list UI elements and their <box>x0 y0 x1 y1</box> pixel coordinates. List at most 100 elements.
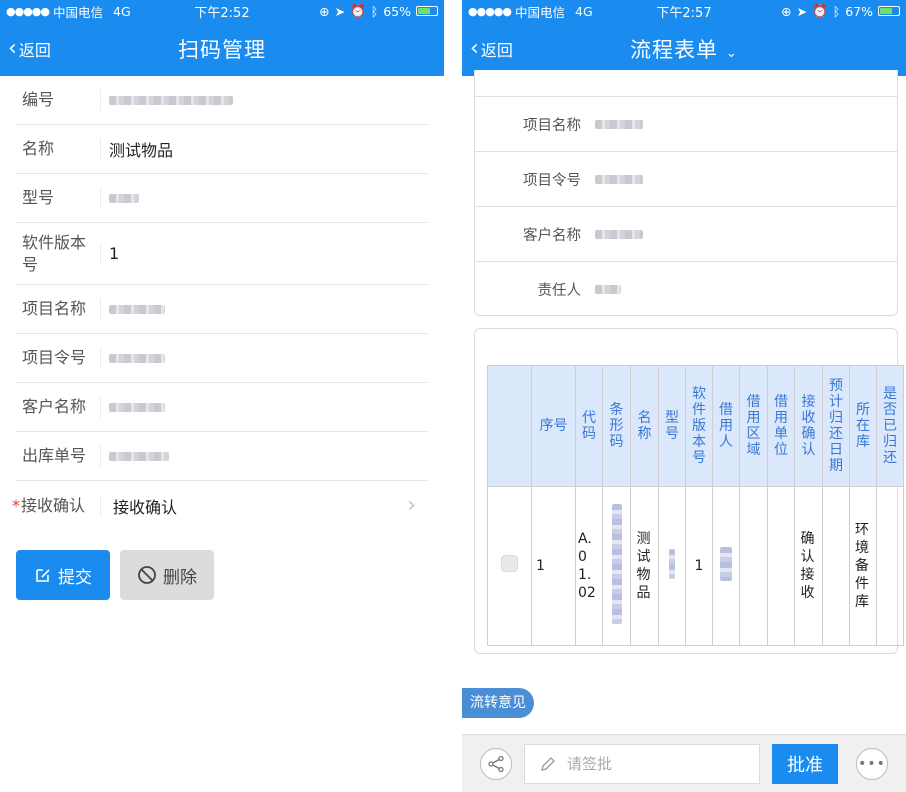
info-label: 项目令号 <box>523 172 581 189</box>
back-button[interactable]: ‹ 返回 <box>470 22 513 76</box>
chevron-right-icon: › <box>407 493 416 518</box>
page-title: 扫码管理 <box>178 38 266 62</box>
bluetooth-icon: ᛒ <box>832 3 841 19</box>
battery-percent: 65% <box>383 3 411 19</box>
lock-rotation-icon: ⊕ <box>781 3 792 19</box>
cell-code: A.01.02 <box>578 531 596 601</box>
battery-icon <box>416 6 438 16</box>
item-table: 序号 代码 条形码 名称 型号 软件版本号 借用人 借用区域 借用单位 接收确认… <box>487 365 904 646</box>
info-label: 责任人 <box>537 282 582 299</box>
status-time: 下午2:57 <box>656 5 712 21</box>
approve-button[interactable]: 批准 <box>772 743 838 784</box>
right-screen: ●●●●● 中国电信 4G 下午2:57 ⊕ ➤ ⏰ ᛒ 67% ‹ 返回 流程… <box>462 0 906 792</box>
info-row: 项目名称 <box>475 97 897 152</box>
status-bar: ●●●●● 中国电信 4G 下午2:52 ⊕ ➤ ⏰ ᛒ 65% <box>0 0 444 22</box>
cell-location: 环境备件库 <box>855 522 869 610</box>
field-name: 名称 测试物品 <box>16 125 428 174</box>
share-icon <box>488 755 504 772</box>
cell-confirm: 确认接收 <box>800 531 815 601</box>
page-title: 流程表单 <box>630 38 719 62</box>
field-delivery: 出库单号 <box>16 432 428 481</box>
field-receive-confirm[interactable]: *接收确认 接收确认 › <box>12 481 428 530</box>
status-bar: ●●●●● 中国电信 4G 下午2:57 ⊕ ➤ ⏰ ᛒ 67% <box>462 0 906 22</box>
table-row: 1 A.01.02 测试物品 1 确认接收 环境备件库 <box>487 486 904 646</box>
comment-placeholder: 请签批 <box>567 755 613 773</box>
field-value <box>109 353 428 363</box>
table-header-row: 序号 代码 条形码 名称 型号 软件版本号 借用人 借用区域 借用单位 接收确认… <box>487 365 904 487</box>
back-button[interactable]: ‹ 返回 <box>8 22 51 76</box>
col-header: 是否已归还 <box>883 386 897 466</box>
col-header: 型号 <box>665 410 679 442</box>
location-icon: ➤ <box>334 3 346 19</box>
info-row: 责任人 <box>475 262 897 316</box>
left-screen: ●●●●● 中国电信 4G 下午2:52 ⊕ ➤ ⏰ ᛒ 65% ‹ 返回 扫码… <box>0 0 444 792</box>
comment-input[interactable]: 请签批 <box>524 743 760 784</box>
field-label: 项目令号 <box>22 348 87 367</box>
back-label: 返回 <box>18 41 51 60</box>
col-header: 序号 <box>531 365 576 487</box>
edit-icon <box>36 569 50 582</box>
field-value <box>109 304 428 314</box>
required-mark: * <box>12 495 20 515</box>
cell-borrower <box>720 546 732 581</box>
col-header: 借用人 <box>719 402 733 450</box>
col-header: 预计归还日期 <box>829 378 843 474</box>
cell-model <box>669 548 675 579</box>
flow-opinion-tag[interactable]: 流转意见 <box>462 688 534 718</box>
chevron-down-icon: ⌄ <box>726 46 738 61</box>
more-button[interactable]: ••• <box>856 747 888 780</box>
field-value <box>109 451 428 461</box>
submit-label: 提交 <box>58 567 92 588</box>
more-icon: ••• <box>858 755 886 772</box>
col-header: 名称 <box>637 410 652 442</box>
cell-returned <box>876 486 904 646</box>
signal-dots-icon: ●●●●● <box>468 4 512 18</box>
alarm-icon: ⏰ <box>812 3 828 18</box>
col-header-select <box>487 365 532 487</box>
col-header: 软件版本号 <box>692 386 706 466</box>
field-label: 软件版本号 <box>22 232 87 274</box>
field-label: 出库单号 <box>22 446 87 465</box>
share-button[interactable] <box>480 747 512 780</box>
lock-rotation-icon: ⊕ <box>319 3 330 19</box>
row-checkbox[interactable] <box>501 555 518 572</box>
col-header: 借用单位 <box>774 394 788 458</box>
info-row: 客户名称 <box>475 207 897 262</box>
location-icon: ➤ <box>796 3 808 19</box>
col-header: 借用区域 <box>746 394 761 458</box>
info-label: 客户名称 <box>523 227 581 244</box>
field-label: 编号 <box>22 90 55 109</box>
nav-bar: ‹ 返回 流程表单 ⌄ <box>462 22 906 76</box>
col-header: 条形码 <box>609 402 624 450</box>
network: 4G <box>575 3 593 19</box>
alarm-icon: ⏰ <box>350 3 366 18</box>
field-value <box>109 95 428 105</box>
col-header: 所在库 <box>856 402 870 450</box>
info-row: 项目令号 <box>475 152 897 207</box>
field-model: 型号 <box>16 174 428 223</box>
page-title-dropdown[interactable]: 流程表单 ⌄ <box>630 34 738 64</box>
delete-button[interactable]: 删除 <box>120 550 214 600</box>
submit-button[interactable]: 提交 <box>16 550 110 600</box>
cell-version: 1 <box>685 486 713 646</box>
project-info-card: 项目名称 项目令号 客户名称 责任人 <box>474 70 898 316</box>
battery-percent: 67% <box>845 3 873 19</box>
field-label: 型号 <box>22 188 55 207</box>
back-label: 返回 <box>480 41 513 60</box>
field-value: 1 <box>109 244 120 263</box>
field-customer: 客户名称 <box>16 383 428 432</box>
signal-dots-icon: ●●●●● <box>6 4 50 18</box>
ban-icon <box>138 566 156 584</box>
field-label: 客户名称 <box>22 397 87 416</box>
form: 编号 名称 测试物品 型号 软件版本号 1 项目名称 项目令号 客户名称 出库单… <box>0 76 444 530</box>
battery-icon <box>878 6 900 16</box>
chevron-left-icon: ‹ <box>8 36 17 61</box>
bluetooth-icon: ᛒ <box>370 3 379 19</box>
bottom-bar: 请签批 批准 ••• <box>462 734 906 792</box>
field-label: 名称 <box>22 139 55 158</box>
chevron-left-icon: ‹ <box>470 36 479 61</box>
field-version: 软件版本号 1 <box>16 223 428 285</box>
item-table-card: 序号 代码 条形码 名称 型号 软件版本号 借用人 借用区域 借用单位 接收确认… <box>474 328 904 654</box>
cell-seq: 1 <box>531 486 576 646</box>
field-label: 项目名称 <box>22 299 87 318</box>
